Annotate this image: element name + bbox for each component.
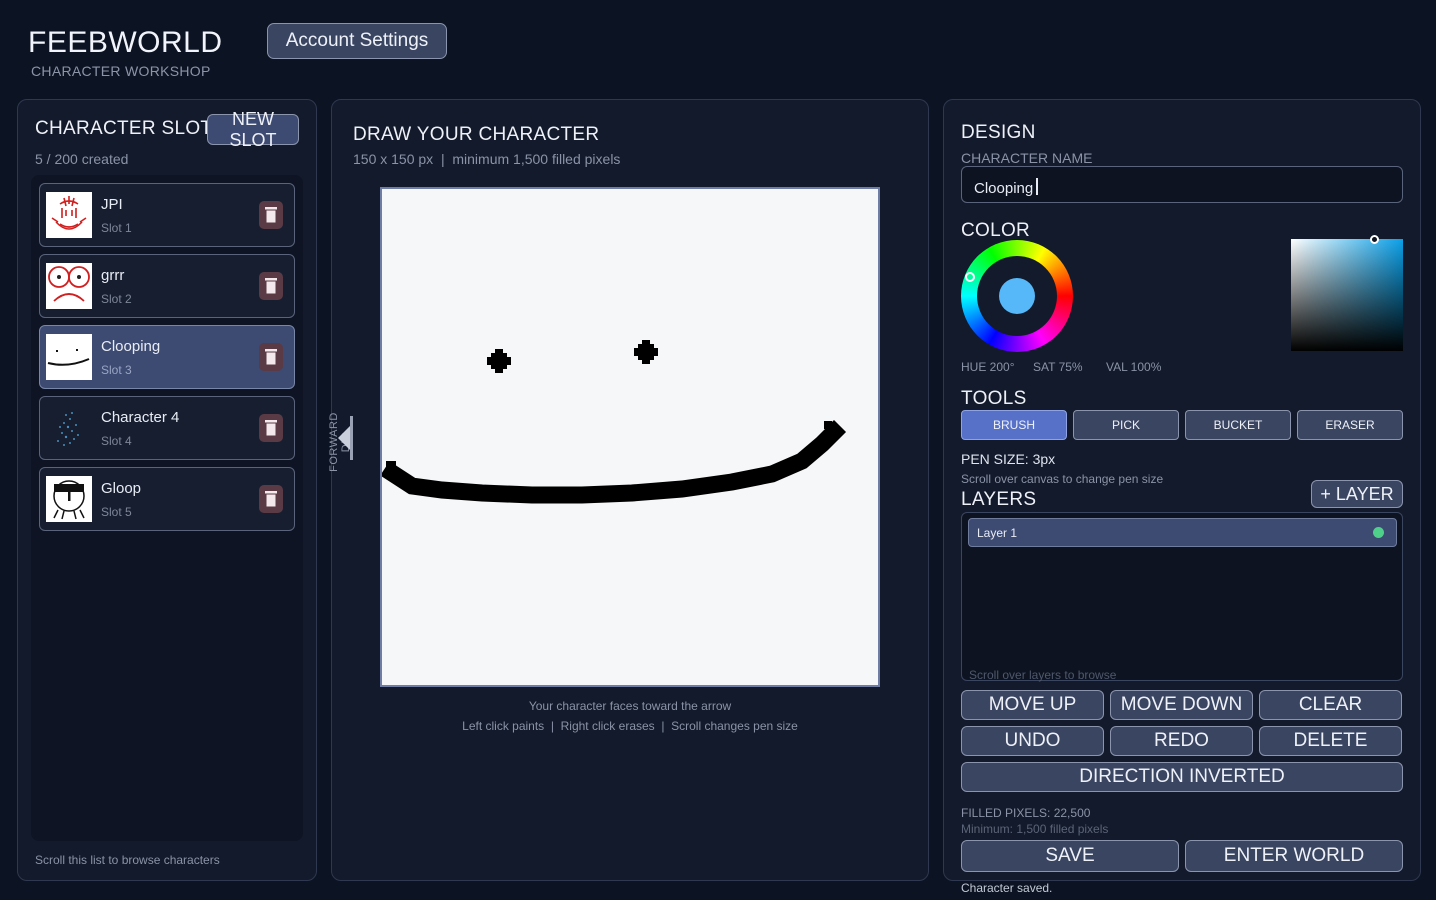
- slot-item-1[interactable]: JPI Slot 1: [39, 183, 295, 247]
- new-slot-button[interactable]: NEW SLOT: [207, 109, 299, 150]
- delete-slot-button[interactable]: [259, 343, 283, 371]
- character-name-input[interactable]: Clooping: [961, 166, 1403, 203]
- slot-name: Clooping: [101, 338, 161, 355]
- slot-item-4[interactable]: Character 4 Slot 4: [39, 396, 295, 460]
- minimum-pixels-text: Minimum: 1,500 filled pixels: [961, 822, 1109, 836]
- trash-icon: [265, 491, 277, 507]
- draw-title: DRAW YOUR CHARACTER: [353, 124, 600, 145]
- layers-list[interactable]: Layer 1 Scroll over layers to browse: [961, 512, 1403, 682]
- slot-number: Slot 1: [101, 221, 132, 235]
- delete-slot-button[interactable]: [259, 414, 283, 442]
- slot-item-5[interactable]: Gloop Slot 5: [39, 467, 295, 531]
- delete-slot-button[interactable]: [259, 485, 283, 513]
- slot-number: Slot 4: [101, 434, 132, 448]
- tool-bucket-button[interactable]: BUCKET: [1185, 410, 1291, 440]
- slot-number: Slot 3: [101, 363, 132, 377]
- clear-button[interactable]: CLEAR: [1259, 690, 1402, 720]
- slot-number: Slot 2: [101, 292, 132, 306]
- redo-button[interactable]: REDO: [1110, 726, 1253, 756]
- undo-button[interactable]: UNDO: [961, 726, 1104, 756]
- move-up-button[interactable]: MOVE UP: [961, 690, 1104, 720]
- slot-thumbnail: [46, 405, 92, 451]
- value-readout: VAL 100%: [1106, 360, 1162, 374]
- slots-footer-hint: Scroll this list to browse characters: [35, 853, 220, 867]
- move-down-button[interactable]: MOVE DOWN: [1110, 690, 1253, 720]
- tools-label: TOOLS: [961, 388, 1027, 409]
- trash-icon: [265, 207, 277, 223]
- slot-name: Character 4: [101, 409, 180, 426]
- slot-name: Gloop: [101, 480, 142, 497]
- account-settings-button[interactable]: Account Settings: [267, 23, 447, 59]
- trash-icon: [265, 420, 277, 436]
- delete-slot-button[interactable]: [259, 272, 283, 300]
- text-caret: [1036, 178, 1038, 195]
- trash-icon: [265, 349, 277, 365]
- enter-world-button[interactable]: ENTER WORLD: [1185, 840, 1403, 872]
- slots-count: 5 / 200 created: [35, 151, 129, 167]
- app-title: FEEBWORLD: [28, 26, 223, 59]
- slot-thumbnail: [46, 192, 92, 238]
- forward-arrow-icon: [336, 416, 354, 465]
- direction-hint: Your character faces toward the arrow: [528, 699, 732, 713]
- layer-visibility-icon[interactable]: [1373, 527, 1384, 538]
- trash-icon: [265, 278, 277, 294]
- slot-number: Slot 5: [101, 505, 132, 519]
- delete-slot-button[interactable]: [259, 201, 283, 229]
- hue-readout: HUE 200°: [961, 360, 1015, 374]
- layers-hint: Scroll over layers to browse: [969, 668, 1117, 682]
- design-title: DESIGN: [961, 122, 1036, 143]
- hue-handle[interactable]: [965, 272, 975, 282]
- slot-thumbnail: [46, 476, 92, 522]
- pen-size-hint: Scroll over canvas to change pen size: [961, 472, 1164, 486]
- canvas-size-info: 150 x 150 px | minimum 1,500 filled pixe…: [353, 151, 621, 167]
- character-name-value: Clooping: [974, 180, 1034, 197]
- slots-list[interactable]: JPI Slot 1 grrr Slot 2 Clooping Slot 3 C…: [31, 175, 303, 841]
- slot-thumbnail: [46, 334, 92, 380]
- tool-brush-button[interactable]: BRUSH: [961, 410, 1067, 440]
- drawing-canvas[interactable]: [380, 187, 880, 687]
- delete-button[interactable]: DELETE: [1259, 726, 1402, 756]
- filled-pixels-text: FILLED PIXELS: 22,500: [961, 806, 1091, 820]
- current-color-swatch: [999, 278, 1035, 314]
- slot-thumbnail: [46, 263, 92, 309]
- layer-row[interactable]: Layer 1: [968, 518, 1397, 547]
- save-button[interactable]: SAVE: [961, 840, 1179, 872]
- sv-handle[interactable]: [1370, 235, 1379, 244]
- tool-eraser-button[interactable]: ERASER: [1297, 410, 1403, 440]
- tool-pick-button[interactable]: PICK: [1073, 410, 1179, 440]
- slot-item-3[interactable]: Clooping Slot 3: [39, 325, 295, 389]
- status-message: Character saved.: [961, 881, 1053, 895]
- add-layer-button[interactable]: + LAYER: [1311, 480, 1403, 508]
- pen-size-text: PEN SIZE: 3px: [961, 451, 1056, 467]
- layer-name: Layer 1: [977, 526, 1018, 540]
- character-name-label: CHARACTER NAME: [961, 150, 1093, 166]
- slot-name: grrr: [101, 267, 125, 284]
- hue-wheel[interactable]: [961, 240, 1073, 352]
- controls-hint: Left click paints | Right click erases |…: [462, 719, 798, 733]
- slot-item-2[interactable]: grrr Slot 2: [39, 254, 295, 318]
- direction-toggle-button[interactable]: DIRECTION INVERTED: [961, 762, 1403, 792]
- layers-label: LAYERS: [961, 489, 1037, 510]
- saturation-readout: SAT 75%: [1033, 360, 1083, 374]
- slot-name: JPI: [101, 196, 123, 213]
- color-label: COLOR: [961, 220, 1031, 241]
- saturation-value-picker[interactable]: [1291, 235, 1403, 351]
- app-subtitle: CHARACTER WORKSHOP: [31, 63, 211, 79]
- slots-title: CHARACTER SLOTS: [35, 118, 226, 139]
